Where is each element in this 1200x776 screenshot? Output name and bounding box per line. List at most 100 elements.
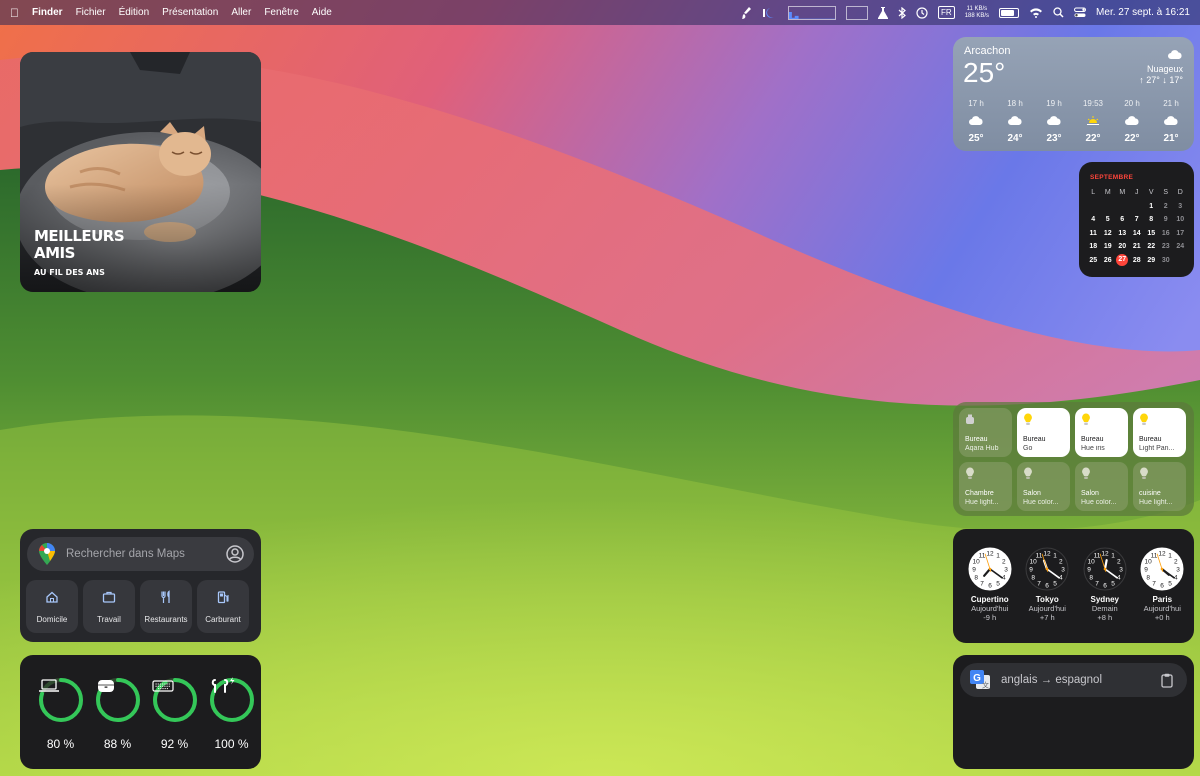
world-clock-widget[interactable]: 1 2 3 4 5 6 7 8 9 10 11 12 Cupertino Aujourd'hui -9 h1… <box>953 529 1194 643</box>
maps-shortcut-fork-knife[interactable]: Restaurants <box>140 580 192 633</box>
home-accessory-tile[interactable]: Salon Hue color... <box>1075 462 1128 511</box>
calendar-day: 18 <box>1086 243 1101 250</box>
calendar-day-number: 28 <box>1132 256 1141 264</box>
menu-edition[interactable]: Édition <box>119 7 150 18</box>
maps-shortcut-briefcase[interactable]: Travail <box>83 580 135 633</box>
home-accessory-room: cuisine <box>1139 490 1161 497</box>
search-icon[interactable] <box>1053 7 1064 18</box>
maps-shortcut-fuel[interactable]: Carburant <box>197 580 249 633</box>
translate-bar[interactable]: G 文 anglais → espagnol <box>960 663 1187 697</box>
svg-text:3: 3 <box>1176 567 1180 574</box>
home-accessory-tile[interactable]: Salon Hue color... <box>1017 462 1070 511</box>
google-translate-widget: G 文 anglais → espagnol <box>953 655 1194 769</box>
maps-shortcut-label: Carburant <box>205 614 241 624</box>
home-accessory-tile[interactable]: Bureau Light Pan... <box>1133 408 1186 457</box>
calendar-day-number: 4 <box>1091 216 1096 224</box>
input-source-indicator[interactable]: FR <box>938 6 955 19</box>
maps-search-placeholder: Rechercher dans Maps <box>66 548 185 560</box>
network-graph-icon[interactable] <box>788 5 837 20</box>
maps-shortcut-label: Travail <box>97 614 121 624</box>
bluetooth-icon[interactable] <box>898 6 906 19</box>
weather-hour-time: 19 h <box>1046 99 1062 108</box>
weather-hour-time: 20 h <box>1124 99 1140 108</box>
photo-title-line1: MEILLEURS <box>34 227 125 245</box>
home-accessory-tile[interactable]: Chambre Hue light... <box>959 462 1012 511</box>
maps-shortcut-label: Domicile <box>36 614 68 624</box>
svg-text:11: 11 <box>1093 553 1100 560</box>
calendar-day-number: 14 <box>1132 229 1141 237</box>
calendar-day: 5 <box>1101 216 1116 223</box>
battery-ring <box>151 677 198 723</box>
wifi-icon[interactable] <box>1029 7 1043 18</box>
clipboard-icon[interactable] <box>1161 673 1173 688</box>
menu-aller[interactable]: Aller <box>231 7 251 18</box>
calendar-week-row: 18 19 20 21 22 23 24 <box>1086 240 1188 254</box>
flask-icon[interactable] <box>878 6 889 19</box>
battery-device: 88 % <box>89 677 146 751</box>
calendar-day: 6 <box>1115 216 1130 223</box>
menu-fichier[interactable]: Fichier <box>76 7 106 18</box>
menu-presentation[interactable]: Présentation <box>162 7 218 18</box>
account-icon[interactable] <box>226 545 244 563</box>
time-machine-icon[interactable] <box>916 6 928 19</box>
home-accessory-tile[interactable]: cuisine Hue light... <box>1133 462 1186 511</box>
home-accessory-room: Salon <box>1023 490 1041 497</box>
home-accessory-name: Light Pan... <box>1139 445 1175 452</box>
menu-app-name[interactable]: Finder <box>32 7 63 18</box>
calendar-weekday: M <box>1104 189 1111 197</box>
calendar-day-number: 6 <box>1120 216 1125 224</box>
svg-text:1: 1 <box>1111 553 1115 560</box>
weather-hour: 19:53 22° <box>1076 99 1110 144</box>
home-accessory-room: Chambre <box>965 490 994 497</box>
svg-text:5: 5 <box>1168 580 1172 587</box>
menu-fenetre[interactable]: Fenêtre <box>264 7 298 18</box>
cloud-icon <box>1125 111 1139 131</box>
lightbulb-icon <box>1081 413 1122 427</box>
calendar-day-number: 24 <box>1176 243 1185 251</box>
menu-aide[interactable]: Aide <box>312 7 332 18</box>
battery-percentage: 80 % <box>46 737 75 751</box>
calendar-day-number: 16 <box>1161 229 1170 237</box>
calendar-day-number: 3 <box>1178 202 1183 210</box>
svg-text:6: 6 <box>1160 583 1164 590</box>
calendar-weekday-row: LMMJVSD <box>1086 186 1188 200</box>
home-accessory-tile[interactable]: Bureau Hue iris <box>1075 408 1128 457</box>
maps-shortcut-home[interactable]: Domicile <box>26 580 78 633</box>
cpu-icon[interactable] <box>762 6 778 20</box>
brush-icon[interactable] <box>742 6 752 19</box>
batteries-widget[interactable]: 80 % 88 % 92 % 100 % <box>20 655 261 769</box>
calendar-day-number: 17 <box>1176 229 1185 237</box>
calendar-day-number: 26 <box>1103 256 1112 264</box>
svg-text:5: 5 <box>996 580 1000 587</box>
home-accessory-tile[interactable]: Bureau Go <box>1017 408 1070 457</box>
world-clock-offset: +0 h <box>1154 613 1170 622</box>
battery-icon[interactable] <box>999 7 1020 18</box>
memory-graph-icon[interactable] <box>846 5 869 20</box>
weather-current-temp: 25° <box>963 57 1006 88</box>
calendar-widget[interactable]: SEPTEMBRE L M M J V S D 1 2 3 4 5 6 7 8 9 10 11 12 13 14 15 16… <box>1079 162 1194 277</box>
weather-hour: 19 h 23° <box>1037 99 1071 144</box>
svg-text:7: 7 <box>1037 580 1041 587</box>
weather-hour-temp: 22° <box>1124 133 1140 144</box>
calendar-day-number: 9 <box>1163 216 1168 224</box>
calendar-day-number: 5 <box>1105 216 1110 224</box>
svg-text:12: 12 <box>986 551 994 558</box>
world-clock-city: Sydney <box>1090 595 1119 604</box>
lightbulb-icon <box>1139 413 1180 427</box>
control-center-icon[interactable] <box>1074 7 1087 18</box>
network-speed-readout[interactable]: 11 KB/s 188 KB/s <box>965 6 989 20</box>
home-accessory-name: Hue light... <box>1139 499 1173 506</box>
maps-search-bar[interactable]: Rechercher dans Maps <box>27 537 254 571</box>
home-accessory-name: Hue color... <box>1023 499 1059 506</box>
calendar-day-number: 19 <box>1103 243 1112 251</box>
photo-title-line2: AMIS <box>34 244 75 262</box>
photos-widget[interactable]: MEILLEURS AMIS AU FIL DES ANS <box>20 52 261 292</box>
menu-clock[interactable]: Mer. 27 sept. à 16:21 <box>1096 7 1190 18</box>
weather-widget[interactable]: Arcachon 25° Nuageux ↑ 27° ↓ 17° 17 h 25°… <box>953 37 1194 151</box>
weather-hour-time: 18 h <box>1007 99 1023 108</box>
calendar-weekday: L <box>1091 189 1096 197</box>
calendar-day: 12 <box>1101 230 1116 237</box>
home-accessory-tile[interactable]: Bureau Aqara Hub <box>959 408 1012 457</box>
analog-clock-face: 1234567891011 12 <box>968 547 1012 591</box>
apple-logo-icon[interactable]:  <box>10 6 19 20</box>
